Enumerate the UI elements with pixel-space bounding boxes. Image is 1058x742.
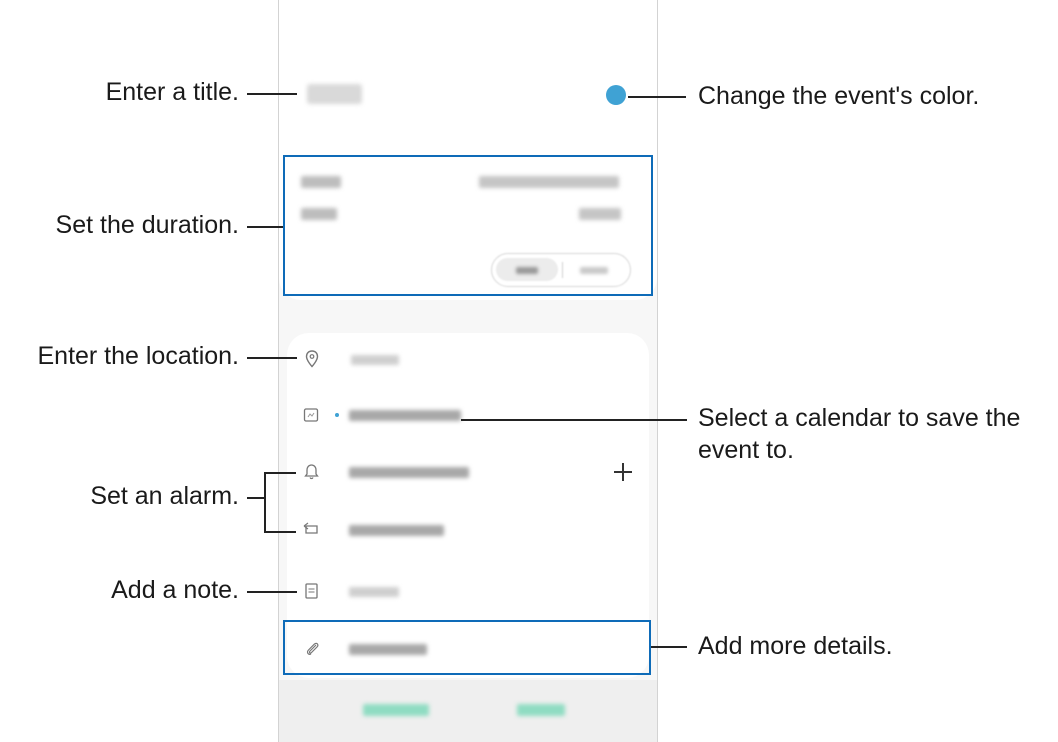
- title-input[interactable]: [307, 78, 367, 108]
- calendar-leader: [461, 419, 687, 421]
- alarm-leader-stem: [247, 497, 265, 499]
- callout-calendar-line2: event to.: [698, 436, 794, 464]
- title-leader: [247, 93, 297, 95]
- bell-icon: [304, 464, 319, 480]
- alarm-bracket: [264, 472, 266, 533]
- note-leader: [247, 591, 297, 593]
- color-leader: [628, 96, 686, 98]
- cancel-button[interactable]: [363, 704, 429, 716]
- event-color-button[interactable]: [606, 85, 626, 105]
- callout-calendar-line1: Select a calendar to save the: [698, 404, 1021, 432]
- callout-title: Enter a title.: [105, 78, 239, 106]
- location-input[interactable]: [351, 355, 399, 365]
- callout-details: Add more details.: [698, 632, 893, 660]
- calendar-icon: [303, 408, 319, 422]
- calendar-color-dot: [335, 413, 339, 417]
- callout-note: Add a note.: [111, 576, 239, 604]
- bottom-bar: [279, 680, 657, 742]
- repeat-select[interactable]: [349, 525, 444, 536]
- details-highlight: [283, 620, 651, 675]
- callout-color: Change the event's color.: [698, 82, 980, 110]
- location-pin-icon: [305, 350, 319, 368]
- callout-alarm: Set an alarm.: [90, 482, 239, 510]
- duration-highlight: [283, 155, 653, 296]
- alarm-select[interactable]: [349, 467, 469, 478]
- calendar-select[interactable]: [349, 410, 461, 421]
- details-leader: [651, 646, 687, 648]
- callout-duration: Set the duration.: [55, 211, 239, 239]
- plus-icon[interactable]: [613, 462, 633, 482]
- alarm-bracket-bottom: [264, 531, 296, 533]
- alarm-bracket-top: [264, 472, 296, 474]
- callout-location: Enter the location.: [37, 342, 239, 370]
- repeat-icon: [303, 522, 318, 534]
- note-input[interactable]: [349, 587, 399, 597]
- memo-icon: [305, 583, 318, 599]
- duration-leader: [247, 226, 283, 228]
- location-leader: [247, 357, 297, 359]
- save-button[interactable]: [517, 704, 565, 716]
